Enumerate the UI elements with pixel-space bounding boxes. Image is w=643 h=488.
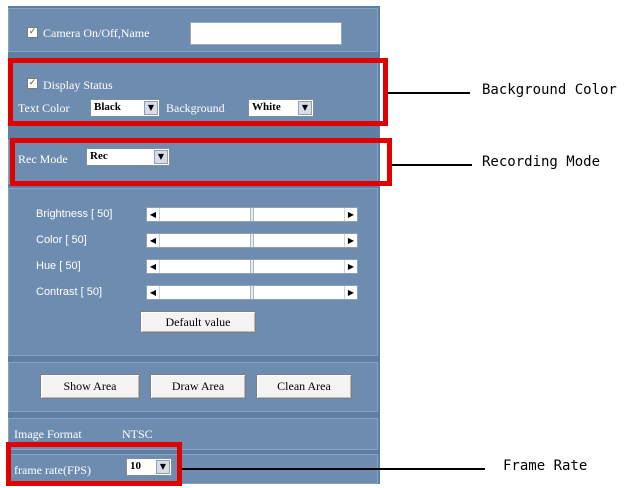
camera-label: Camera On/Off,Name xyxy=(43,26,150,40)
frame-rate-callout: Frame Rate xyxy=(503,458,588,474)
slider-thumb[interactable] xyxy=(250,234,254,247)
draw-area-button[interactable]: Draw Area xyxy=(150,374,246,399)
arrow-right-icon[interactable]: ▶ xyxy=(344,208,357,221)
arrow-right-icon[interactable]: ▶ xyxy=(344,286,357,299)
rec-mode-highlight-box xyxy=(10,138,392,186)
contrast-label: Contrast [ 50] xyxy=(36,286,103,298)
arrow-right-icon[interactable]: ▶ xyxy=(344,234,357,247)
arrow-left-icon[interactable]: ◀ xyxy=(147,260,160,273)
slider-thumb[interactable] xyxy=(250,260,254,273)
recording-mode-leader xyxy=(392,164,472,166)
image-format-label: Image Format xyxy=(14,427,82,441)
background-color-callout: Background Color xyxy=(482,82,617,98)
arrow-left-icon[interactable]: ◀ xyxy=(147,234,160,247)
slider-thumb[interactable] xyxy=(250,286,254,299)
camera-name-input[interactable] xyxy=(190,22,342,45)
show-area-button[interactable]: Show Area xyxy=(40,374,140,399)
slider-thumb[interactable] xyxy=(250,208,254,221)
fps-highlight-box xyxy=(6,442,182,486)
arrow-left-icon[interactable]: ◀ xyxy=(147,208,160,221)
arrow-left-icon[interactable]: ◀ xyxy=(147,286,160,299)
hue-label: Hue [ 50] xyxy=(36,260,81,272)
color-slider[interactable]: ◀ ▶ xyxy=(146,233,358,248)
contrast-slider[interactable]: ◀ ▶ xyxy=(146,285,358,300)
default-value-button[interactable]: Default value xyxy=(140,311,256,333)
frame-rate-leader xyxy=(182,468,485,470)
recording-mode-callout: Recording Mode xyxy=(482,154,601,170)
brightness-slider[interactable]: ◀ ▶ xyxy=(146,207,358,222)
camera-checkbox[interactable]: ✓ xyxy=(27,27,38,38)
display-highlight-box xyxy=(8,58,388,126)
image-format-value: NTSC xyxy=(122,427,153,441)
background-color-leader xyxy=(388,92,470,94)
arrow-right-icon[interactable]: ▶ xyxy=(344,260,357,273)
hue-slider[interactable]: ◀ ▶ xyxy=(146,259,358,274)
color-label: Color [ 50] xyxy=(36,234,87,246)
brightness-label: Brightness [ 50] xyxy=(36,208,113,220)
clean-area-button[interactable]: Clean Area xyxy=(256,374,352,399)
